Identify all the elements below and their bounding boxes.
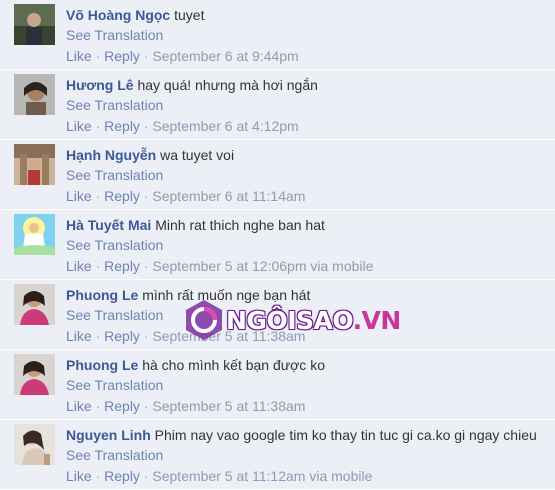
see-translation-link[interactable]: See Translation	[66, 237, 163, 253]
separator: ·	[143, 468, 149, 484]
comment-text: hà cho mình kết bạn được ko	[142, 357, 325, 373]
reply-link[interactable]: Reply	[104, 188, 140, 204]
like-link[interactable]: Like	[66, 118, 92, 134]
avatar[interactable]	[14, 4, 55, 45]
comment-text: mình rất muốn nge bạn hát	[142, 287, 311, 303]
comment-author[interactable]: Hương Lê	[66, 77, 134, 93]
separator: ·	[95, 468, 101, 484]
comment-author[interactable]: Phuong Le	[66, 357, 138, 373]
comment-list: Võ Hoàng Ngọc tuyet See Translation Like…	[0, 0, 555, 490]
comment-actions: Like · Reply · September 5 at 12:06pm vi…	[66, 258, 373, 275]
like-link[interactable]: Like	[66, 188, 92, 204]
like-link[interactable]: Like	[66, 468, 92, 484]
separator: ·	[143, 188, 149, 204]
comment-timestamp[interactable]: September 5 at 11:38am	[152, 328, 305, 344]
separator: ·	[95, 48, 101, 64]
comment-actions: Like · Reply · September 5 at 11:12am vi…	[66, 468, 372, 485]
comment-text: Phim nay vao google tim ko thay tin tuc …	[154, 427, 537, 443]
reply-link[interactable]: Reply	[104, 398, 140, 414]
comment-author[interactable]: Hà Tuyết Mai	[66, 217, 151, 233]
comment-item: Phuong Le hà cho mình kết bạn được ko Se…	[0, 350, 555, 420]
see-translation-link[interactable]: See Translation	[66, 447, 163, 463]
avatar[interactable]	[14, 144, 55, 185]
via-mobile-label: via mobile	[310, 258, 374, 274]
comment-item: Võ Hoàng Ngọc tuyet See Translation Like…	[0, 0, 555, 70]
comment-actions: Like · Reply · September 6 at 11:14am	[66, 188, 305, 205]
comment-author[interactable]: Hạnh Nguyễn	[66, 147, 156, 163]
reply-link[interactable]: Reply	[104, 48, 140, 64]
comment-item: Hà Tuyết Mai Minh rat thich nghe ban hat…	[0, 210, 555, 280]
comment-timestamp[interactable]: September 5 at 12:06pm	[152, 258, 306, 274]
comment-timestamp[interactable]: September 6 at 9:44pm	[152, 48, 298, 64]
separator: ·	[143, 398, 149, 414]
comment-author[interactable]: Nguyen Linh	[66, 427, 151, 443]
see-translation-link[interactable]: See Translation	[66, 167, 163, 183]
comment-text: tuyet	[174, 7, 205, 23]
avatar[interactable]	[14, 354, 55, 395]
separator: ·	[95, 328, 101, 344]
comment-timestamp[interactable]: September 6 at 4:12pm	[152, 118, 298, 134]
comment-item: Hương Lê hay quá! nhưng mà hơi ngắn See …	[0, 70, 555, 140]
separator: ·	[95, 398, 101, 414]
comment-item: Hạnh Nguyễn wa tuyet voi See Translation…	[0, 140, 555, 210]
separator: ·	[95, 118, 101, 134]
avatar[interactable]	[14, 284, 55, 325]
comment-text: wa tuyet voi	[160, 147, 235, 163]
via-mobile-label: via mobile	[309, 468, 373, 484]
like-link[interactable]: Like	[66, 328, 92, 344]
see-translation-link[interactable]: See Translation	[66, 307, 163, 323]
see-translation-link[interactable]: See Translation	[66, 97, 163, 113]
reply-link[interactable]: Reply	[104, 328, 140, 344]
see-translation-link[interactable]: See Translation	[66, 377, 163, 393]
comment-actions: Like · Reply · September 5 at 11:38am	[66, 398, 305, 415]
separator: ·	[143, 328, 149, 344]
reply-link[interactable]: Reply	[104, 468, 140, 484]
comment-actions: Like · Reply · September 6 at 9:44pm	[66, 48, 299, 65]
reply-link[interactable]: Reply	[104, 258, 140, 274]
like-link[interactable]: Like	[66, 398, 92, 414]
comment-author[interactable]: Võ Hoàng Ngọc	[66, 7, 170, 23]
avatar[interactable]	[14, 74, 55, 115]
separator: ·	[95, 188, 101, 204]
comment-text: hay quá! nhưng mà hơi ngắn	[137, 77, 318, 93]
separator: ·	[143, 118, 149, 134]
comment-actions: Like · Reply · September 6 at 4:12pm	[66, 118, 299, 135]
avatar[interactable]	[14, 214, 55, 255]
avatar[interactable]	[14, 424, 55, 465]
comment-item: Phuong Le mình rất muốn nge bạn hát See …	[0, 280, 555, 350]
reply-link[interactable]: Reply	[104, 118, 140, 134]
separator: ·	[143, 258, 149, 274]
comment-text: Minh rat thich nghe ban hat	[155, 217, 325, 233]
comment-timestamp[interactable]: September 6 at 11:14am	[152, 188, 305, 204]
comment-timestamp[interactable]: September 5 at 11:12am	[152, 468, 305, 484]
like-link[interactable]: Like	[66, 48, 92, 64]
comment-author[interactable]: Phuong Le	[66, 287, 138, 303]
separator: ·	[143, 48, 149, 64]
separator: ·	[95, 258, 101, 274]
comment-timestamp[interactable]: September 5 at 11:38am	[152, 398, 305, 414]
like-link[interactable]: Like	[66, 258, 92, 274]
comment-actions: Like · Reply · September 5 at 11:38am	[66, 328, 305, 345]
see-translation-link[interactable]: See Translation	[66, 27, 163, 43]
comment-item: Nguyen Linh Phim nay vao google tim ko t…	[0, 420, 555, 490]
